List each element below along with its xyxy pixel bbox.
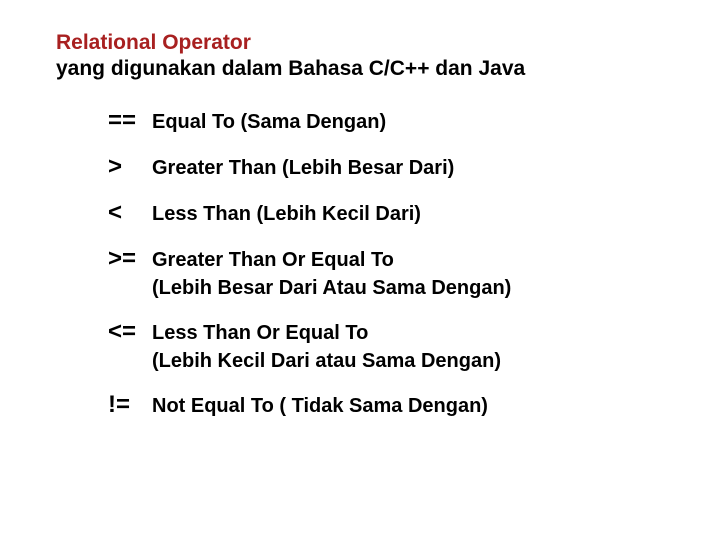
operator-desc-line2: (Lebih Kecil Dari atau Sama Dengan) bbox=[152, 350, 720, 373]
slide-title: Relational Operator bbox=[56, 30, 720, 56]
operator-list: == Equal To (Sama Dengan) > Greater Than… bbox=[108, 107, 720, 419]
operator-desc-line2: (Lebih Besar Dari Atau Sama Dengan) bbox=[152, 277, 720, 300]
operator-symbol: > bbox=[108, 153, 152, 181]
list-item: == Equal To (Sama Dengan) bbox=[108, 107, 720, 135]
operator-symbol: < bbox=[108, 199, 152, 227]
list-item: >= Greater Than Or Equal To bbox=[108, 245, 720, 273]
operator-desc: Equal To (Sama Dengan) bbox=[152, 111, 386, 134]
list-item: > Greater Than (Lebih Besar Dari) bbox=[108, 153, 720, 181]
operator-desc: Less Than (Lebih Kecil Dari) bbox=[152, 203, 421, 226]
list-item: <= Less Than Or Equal To bbox=[108, 318, 720, 346]
list-item: != Not Equal To ( Tidak Sama Dengan) bbox=[108, 391, 720, 419]
operator-desc: Greater Than (Lebih Besar Dari) bbox=[152, 157, 454, 180]
operator-symbol: >= bbox=[108, 245, 152, 273]
operator-desc: Not Equal To ( Tidak Sama Dengan) bbox=[152, 395, 488, 418]
slide-subtitle: yang digunakan dalam Bahasa C/C++ dan Ja… bbox=[56, 56, 720, 82]
operator-symbol: <= bbox=[108, 318, 152, 346]
slide-header: Relational Operator yang digunakan dalam… bbox=[56, 30, 720, 83]
operator-symbol: != bbox=[108, 391, 152, 419]
operator-desc: Less Than Or Equal To bbox=[152, 322, 368, 345]
list-item: < Less Than (Lebih Kecil Dari) bbox=[108, 199, 720, 227]
operator-desc: Greater Than Or Equal To bbox=[152, 249, 394, 272]
operator-symbol: == bbox=[108, 107, 152, 135]
